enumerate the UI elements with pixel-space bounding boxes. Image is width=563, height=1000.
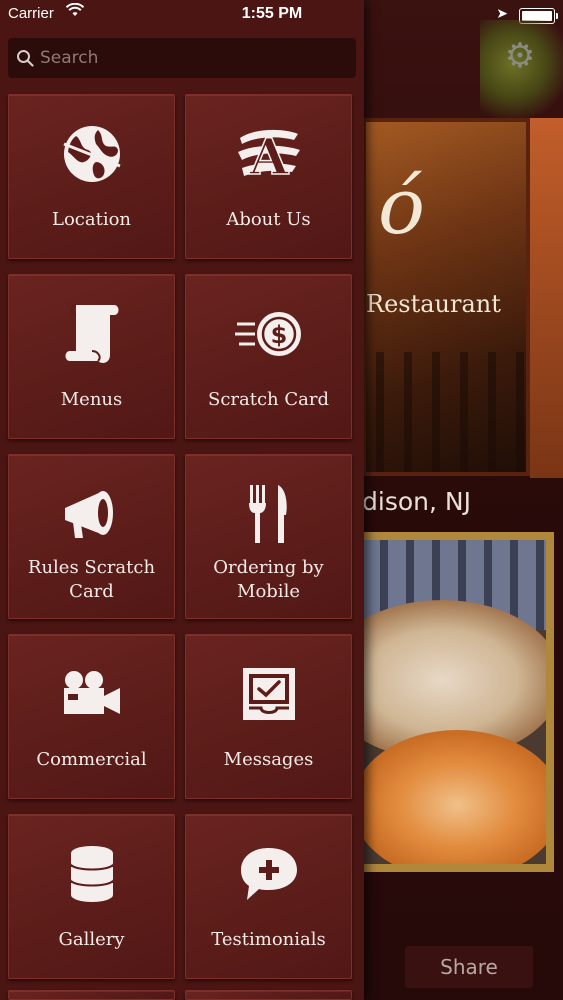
tile-location[interactable]: Location [8,94,175,259]
dollar-coin-icon: $ [186,299,351,369]
dining-chairs [376,352,526,472]
tile-label: About Us [226,209,311,230]
hero-edge [530,118,563,478]
tile-label: Location [51,209,132,230]
tile-testimonials[interactable]: Testimonials [185,814,352,979]
megaphone-icon [9,479,174,549]
scroll-icon [9,299,174,369]
pizza-buffalo [362,730,546,864]
svg-text:A: A [248,127,289,184]
tile-scratch-card[interactable]: $ Scratch Card [185,274,352,439]
tile-messages[interactable]: Messages [185,634,352,799]
tile-about-us[interactable]: A About Us [185,94,352,259]
globe-icon [9,119,174,189]
tile-partial[interactable] [8,990,175,1000]
side-menu-drawer: Carrier 1:55 PM Location [0,0,364,1000]
pizza-photo [362,532,554,872]
video-camera-icon [9,659,174,729]
inbox-check-icon [186,659,351,729]
tile-gallery[interactable]: Gallery [8,814,175,979]
tile-ordering-by-mobile[interactable]: Ordering by Mobile [185,454,352,619]
fork-knife-icon [186,479,351,549]
tile-label-text: Rules Scratch Card [27,557,156,602]
tile-label: Ordering by Mobile [186,556,351,604]
tile-label-text: Ordering by Mobile [213,557,324,602]
status-bar: Carrier 1:55 PM [0,0,364,30]
restaurant-subtitle: Restaurant [366,290,501,318]
tile-commercial[interactable]: Commercial [8,634,175,799]
tile-label: Commercial [36,749,147,770]
search-input[interactable] [40,48,340,68]
tile-label: Testimonials [211,929,326,950]
chat-bubble-plus-icon [186,839,351,909]
search-icon [14,47,36,69]
tile-label: Gallery [58,929,125,950]
tile-partial[interactable] [185,990,352,1000]
gear-icon[interactable]: ⚙ [500,36,540,76]
share-button[interactable]: Share [405,946,533,988]
restaurant-city: dison, NJ [362,487,471,516]
restaurant-logo: ó [378,162,425,252]
svg-text:$: $ [270,321,287,349]
restaurant-hero-image: ó Restaurant [362,118,530,476]
tile-label: Rules Scratch Card [9,556,174,604]
search-bar[interactable] [8,38,356,78]
status-time: 1:55 PM [241,5,303,22]
database-stack-icon [9,839,174,909]
tile-label: Menus [60,389,123,410]
tile-rules-scratch-card[interactable]: Rules Scratch Card [8,454,175,619]
tile-label: Messages [223,749,314,770]
tile-menus[interactable]: Menus [8,274,175,439]
tile-label: Scratch Card [207,389,329,410]
about-letter-icon: A [186,119,351,189]
